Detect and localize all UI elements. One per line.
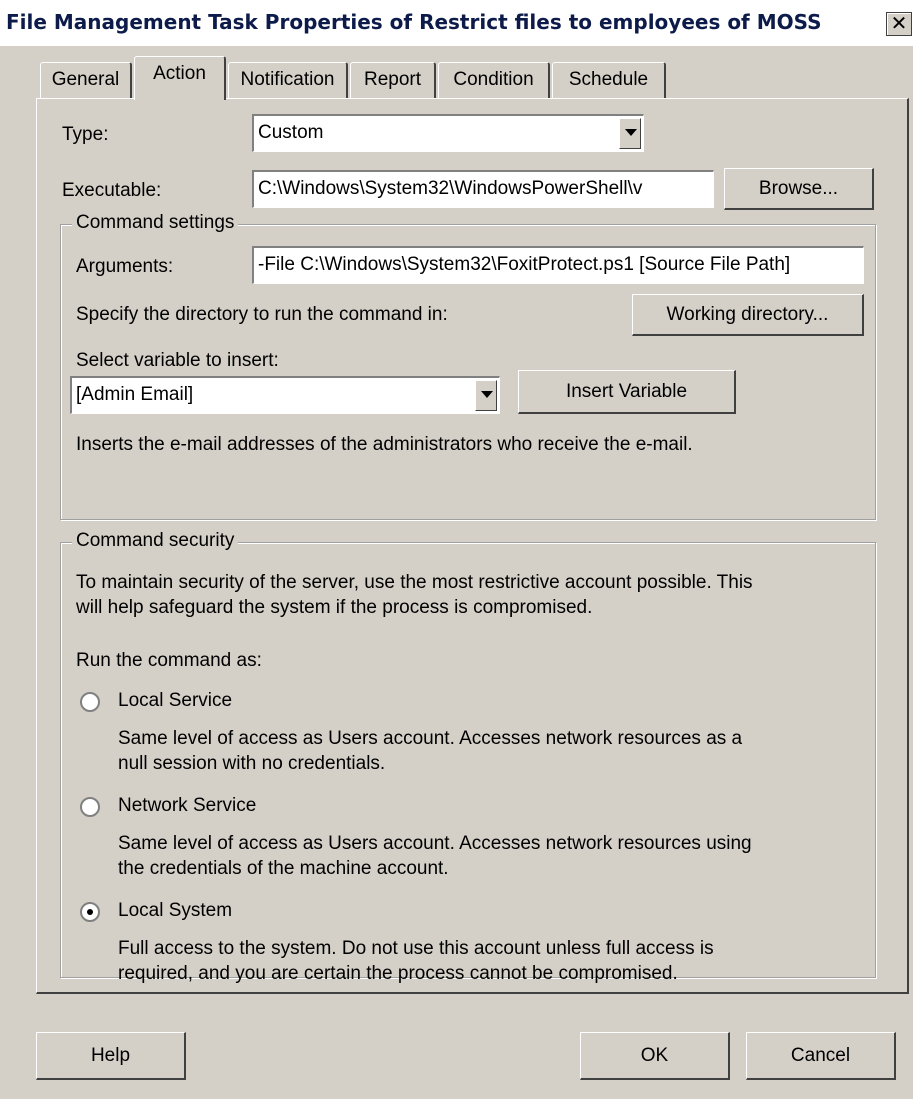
tab-label: Action	[153, 63, 206, 84]
tab-label: Notification	[240, 69, 335, 90]
tab-general[interactable]: General	[40, 62, 132, 98]
tab-report[interactable]: Report	[350, 62, 436, 98]
cancel-button[interactable]: Cancel	[746, 1032, 896, 1080]
tab-notification[interactable]: Notification	[228, 62, 348, 98]
tab-label: General	[51, 69, 120, 90]
close-button[interactable]: ✕	[886, 12, 912, 36]
tab-label: Condition	[453, 69, 534, 90]
action-tab-panel	[36, 98, 909, 994]
tab-label: Report	[363, 69, 422, 90]
window-title: File Management Task Properties of Restr…	[6, 10, 822, 34]
tab-schedule[interactable]: Schedule	[552, 62, 666, 98]
tab-condition[interactable]: Condition	[438, 62, 550, 98]
tab-label: Schedule	[568, 69, 649, 90]
ok-button[interactable]: OK	[580, 1032, 730, 1080]
help-button[interactable]: Help	[36, 1032, 186, 1080]
tab-action[interactable]: Action	[134, 56, 226, 100]
title-bar: File Management Task Properties of Restr…	[0, 0, 913, 46]
